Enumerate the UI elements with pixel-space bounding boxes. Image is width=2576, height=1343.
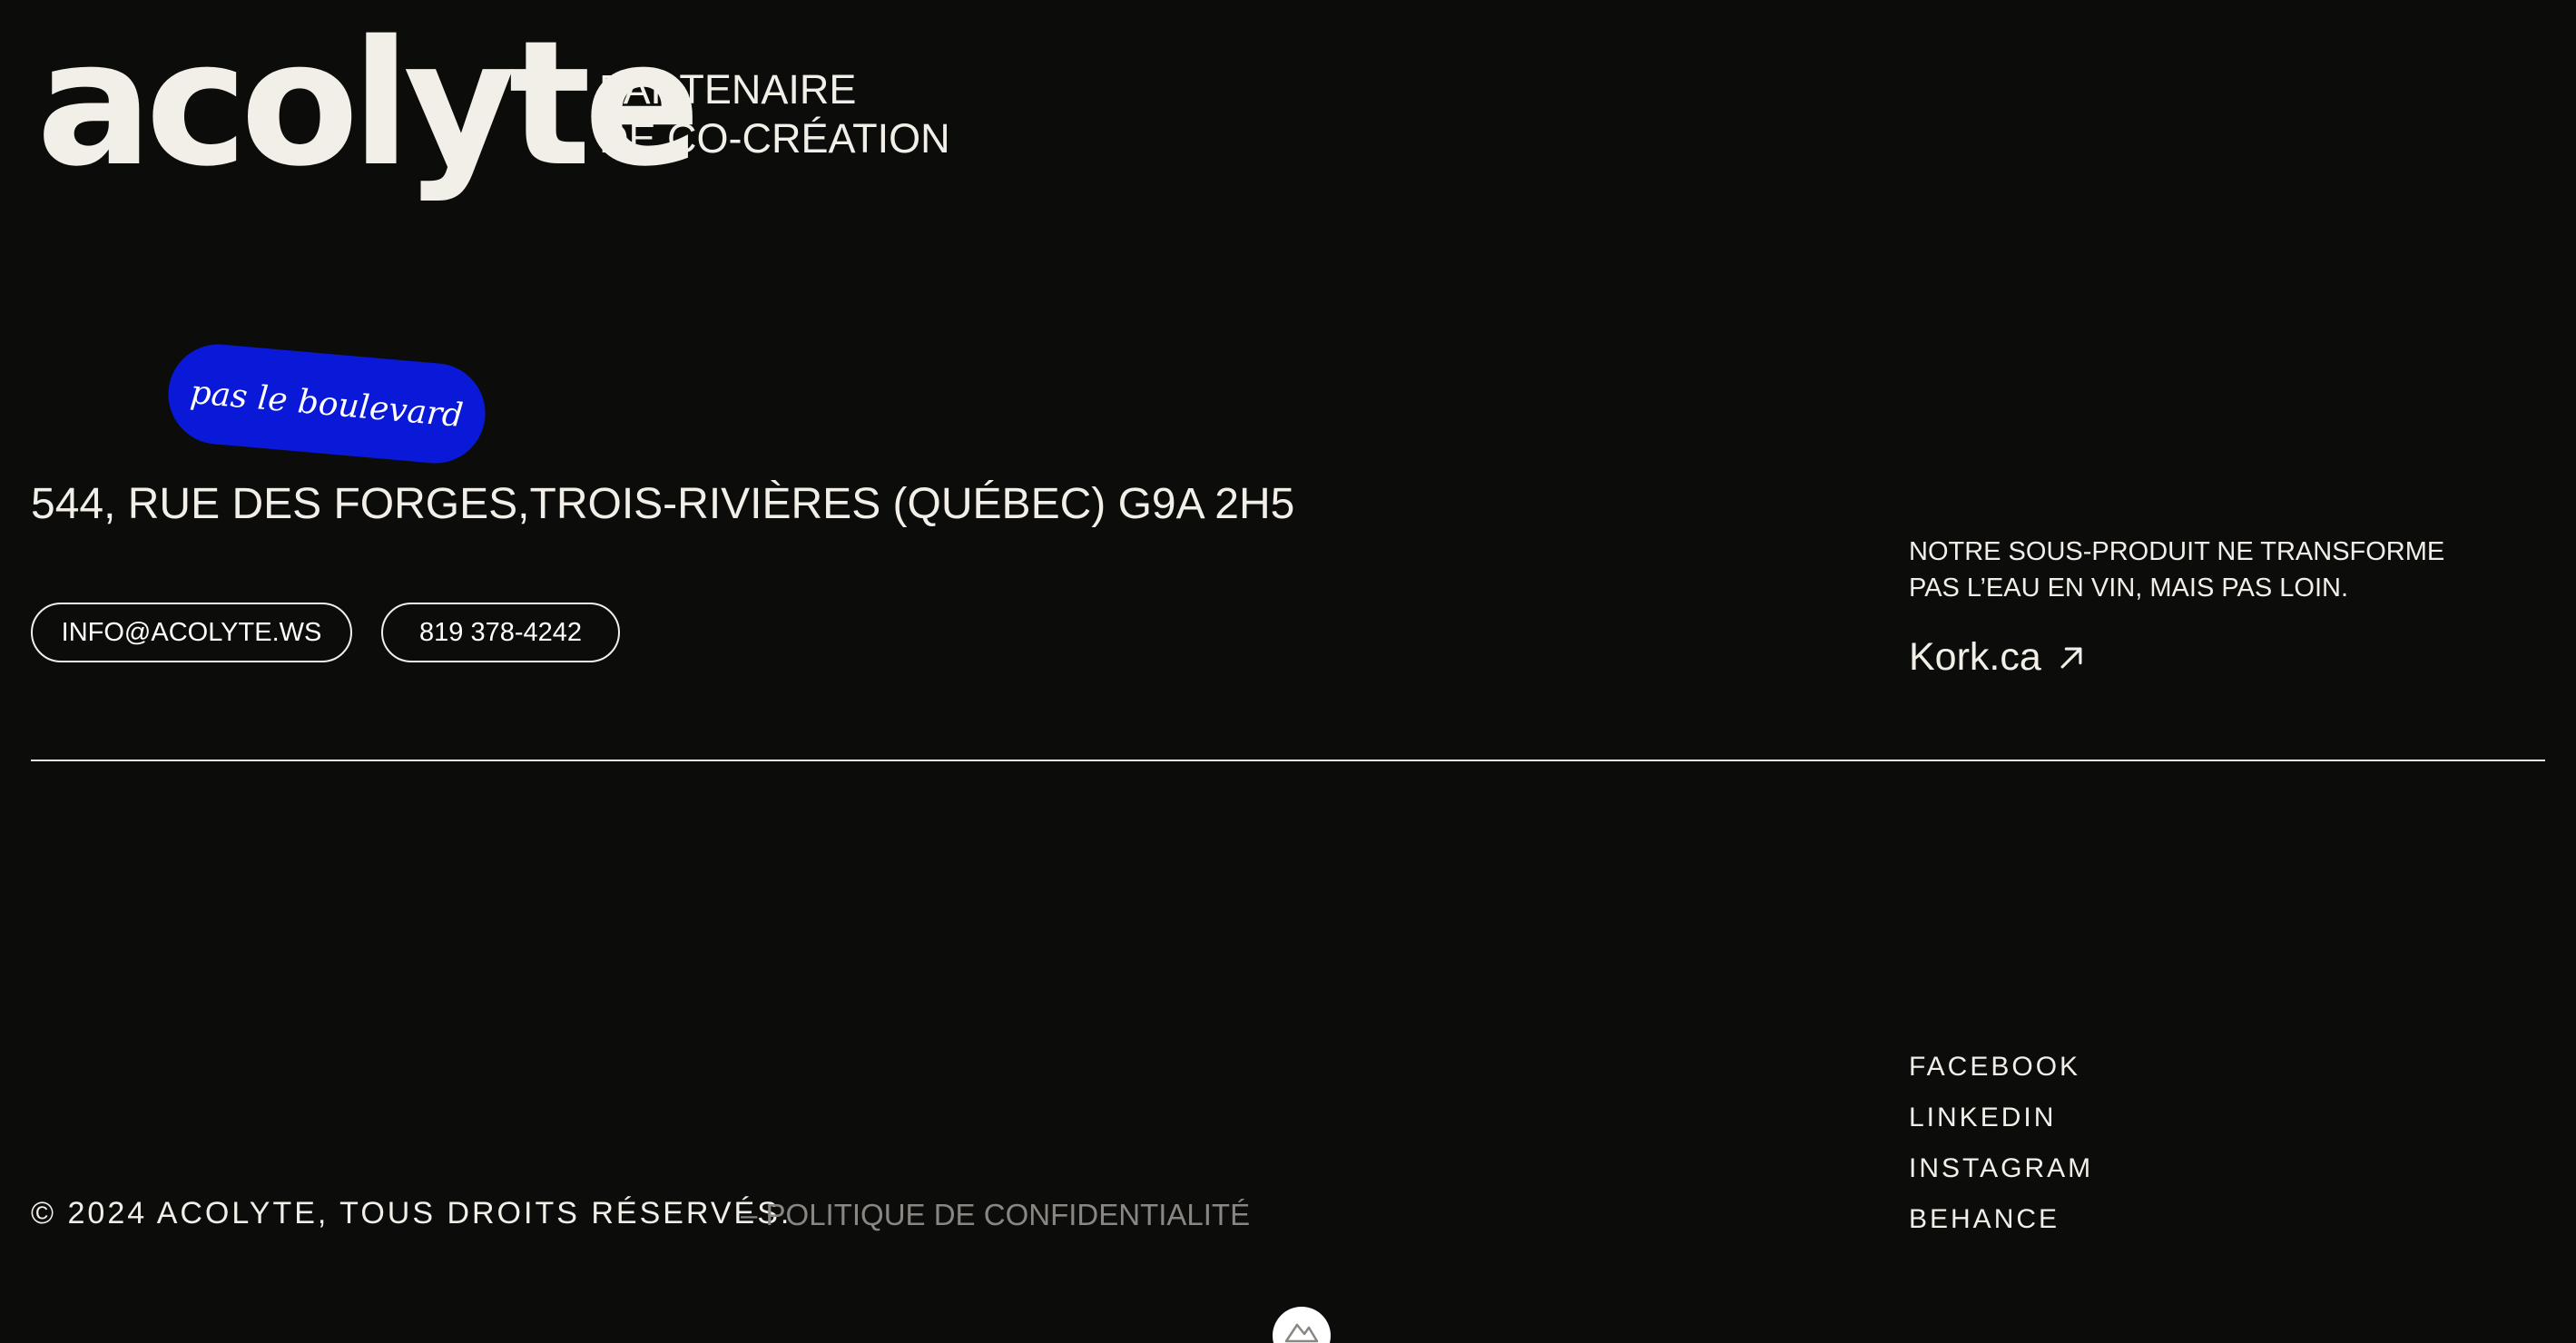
kork-link[interactable]: Kork.ca bbox=[1909, 635, 2087, 680]
kork-link-label: Kork.ca bbox=[1909, 635, 2041, 679]
sticker-text: pas le boulevard bbox=[189, 373, 465, 435]
social-links: FACEBOOK LINKEDIN INSTAGRAM BEHANCE bbox=[1909, 1049, 2093, 1252]
mountain-logo-icon bbox=[1284, 1323, 1319, 1343]
footer-page: acolyte PARTENAIRE DE CO-CRÉATION pas le… bbox=[0, 0, 2576, 1343]
address: 544, RUE DES FORGES,TROIS-RIVIÈRES (QUÉB… bbox=[31, 480, 1295, 528]
pas-le-boulevard-sticker: pas le boulevard bbox=[163, 339, 490, 468]
privacy-policy-link[interactable]: – POLITIQUE DE CONFIDENTIALITÉ bbox=[741, 1198, 1250, 1232]
social-link-facebook[interactable]: FACEBOOK bbox=[1909, 1049, 2093, 1100]
tagline-line-2: DE CO-CRÉATION bbox=[599, 115, 950, 162]
social-link-linkedin[interactable]: LINKEDIN bbox=[1909, 1100, 2093, 1151]
copyright-text: © 2024 ACOLYTE, TOUS DROITS RÉSERVÉS. bbox=[31, 1196, 792, 1230]
email-button[interactable]: INFO@ACOLYTE.WS bbox=[31, 603, 352, 662]
floating-badge-button[interactable] bbox=[1273, 1307, 1331, 1343]
arrow-up-right-icon bbox=[2060, 647, 2082, 668]
tagline-line-1: PARTENAIRE bbox=[599, 66, 857, 113]
phone-button[interactable]: 819 378-4242 bbox=[381, 603, 620, 662]
acolyte-logo[interactable]: acolyte bbox=[36, 18, 701, 191]
promo-text: NOTRE SOUS-PRODUIT NE TRANSFORME PAS L’E… bbox=[1909, 537, 2445, 603]
social-link-instagram[interactable]: INSTAGRAM bbox=[1909, 1151, 2093, 1201]
logo-tagline: PARTENAIRE DE CO-CRÉATION bbox=[599, 65, 950, 163]
social-link-behance[interactable]: BEHANCE bbox=[1909, 1201, 2093, 1252]
footer-divider bbox=[31, 760, 2545, 761]
